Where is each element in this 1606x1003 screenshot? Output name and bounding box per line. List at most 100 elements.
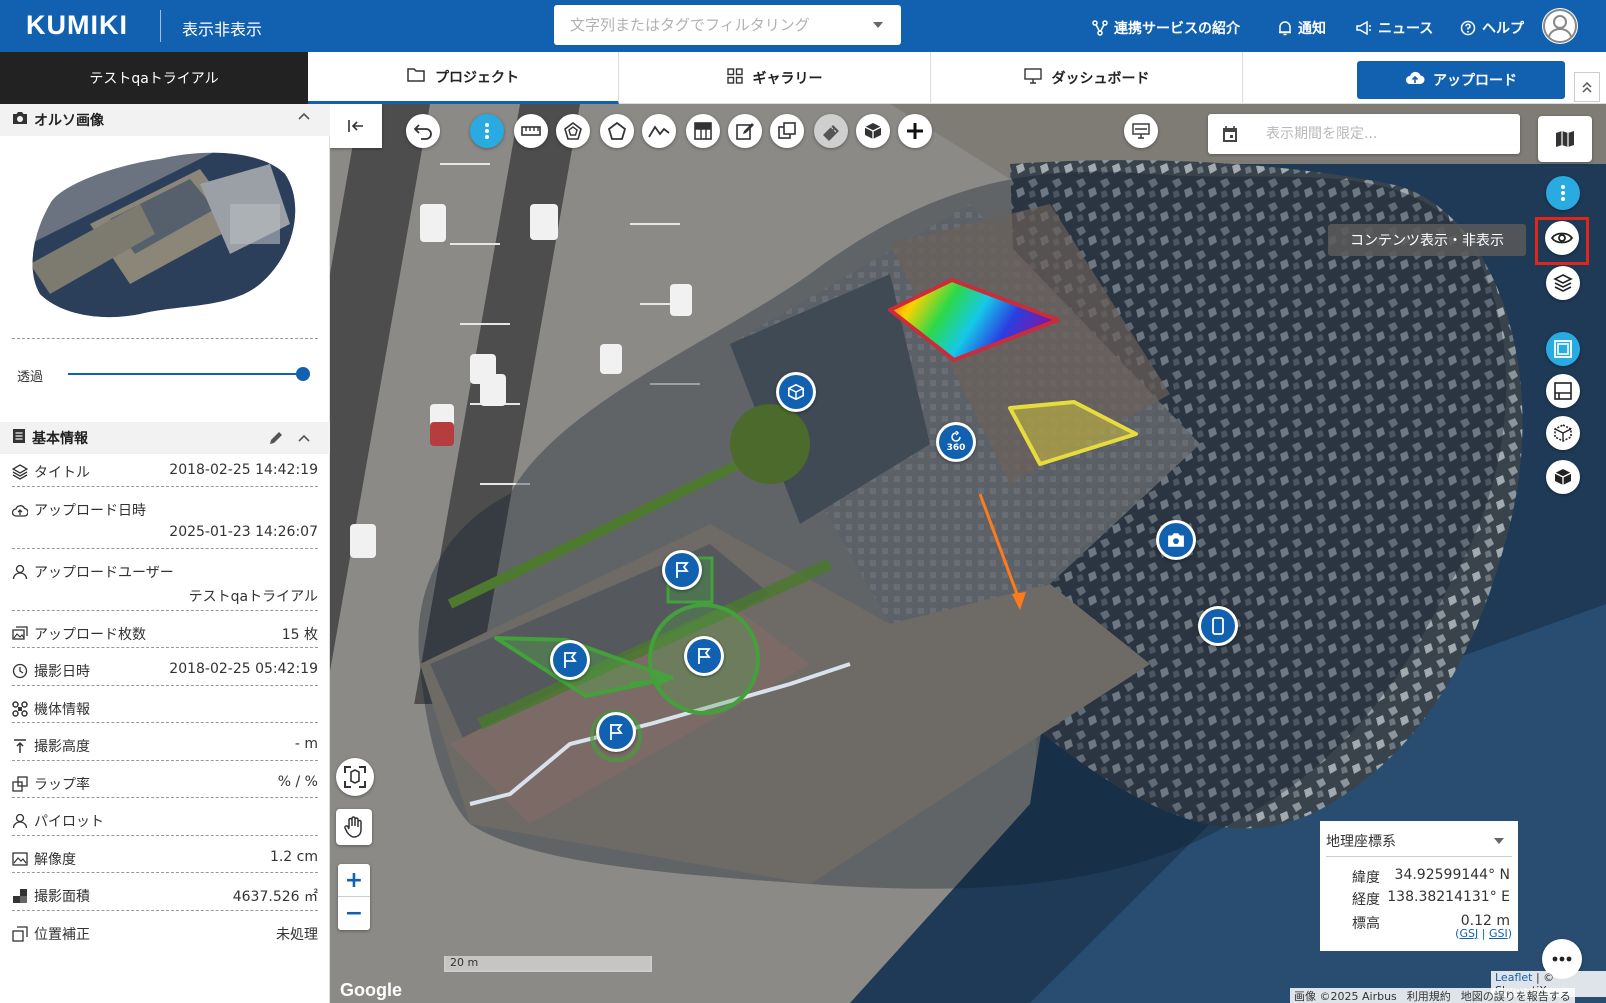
measure-area-tool[interactable]	[556, 114, 590, 148]
display-toggle-button[interactable]	[1124, 114, 1158, 148]
layers-button[interactable]	[1546, 266, 1580, 300]
layers-icon	[1553, 274, 1573, 292]
project-name[interactable]: テストqaトライアル	[0, 52, 308, 104]
flag-icon	[564, 652, 577, 668]
coordinate-system-select[interactable]: 地理座標系	[1326, 831, 1512, 857]
date-range-input[interactable]	[1264, 114, 1504, 154]
flag-marker[interactable]	[684, 636, 724, 676]
gsj-link[interactable]: GSJ	[1459, 927, 1478, 940]
pointcloud-view-button[interactable]	[1546, 416, 1580, 450]
info-row-value: 2025-01-23 14:26:07	[169, 523, 318, 540]
collapse-header-button[interactable]	[1574, 72, 1600, 102]
chevron-down-icon[interactable]	[873, 22, 883, 28]
map-view[interactable]: コンテンツ表示・非表示 360	[330, 104, 1606, 1003]
monitor-icon	[1023, 68, 1042, 88]
volume-tool[interactable]	[814, 114, 848, 148]
measure-distance-tool[interactable]	[514, 114, 548, 148]
tab-project[interactable]: プロジェクト	[308, 52, 619, 104]
flag-marker[interactable]	[596, 712, 636, 752]
divider	[12, 609, 318, 611]
more-tools-button[interactable]	[470, 114, 504, 148]
info-row-label: 位置補正	[34, 926, 90, 943]
news-link[interactable]: ニュース	[1356, 18, 1433, 38]
elevation-source-links: (GSJ | GSI)	[1455, 927, 1512, 940]
layers-icon	[12, 464, 28, 480]
compare-tool[interactable]	[770, 114, 804, 148]
zoom-in-button[interactable]: +	[338, 864, 370, 897]
fit-bounds-button[interactable]	[336, 758, 374, 796]
ortho-section-header[interactable]: オルソ画像	[0, 104, 330, 136]
report-error-link[interactable]: 地図の誤りを報告する	[1461, 988, 1571, 1003]
info-row-value: テストqaトライアル	[188, 588, 318, 605]
undo-tool[interactable]	[406, 114, 440, 148]
cloud-upload-icon	[12, 504, 28, 517]
photo-marker[interactable]	[1156, 520, 1196, 560]
tab-dashboard[interactable]: ダッシュボード	[931, 52, 1243, 104]
edit-icon	[736, 123, 754, 140]
dsm-view-button[interactable]	[1546, 374, 1580, 408]
monitor-icon	[1132, 123, 1150, 139]
device-marker[interactable]	[1198, 606, 1238, 646]
chevron-up-icon[interactable]	[298, 434, 310, 442]
filter-dropdown[interactable]	[554, 5, 901, 45]
kumiki-logo[interactable]: KUMIKI	[26, 10, 128, 41]
edit-icon[interactable]	[268, 430, 284, 446]
upload-button[interactable]: アップロード	[1357, 61, 1565, 99]
panorama-360-marker[interactable]: 360	[936, 422, 976, 462]
images-icon	[12, 625, 28, 640]
help-link[interactable]: ヘルプ	[1460, 18, 1524, 38]
transparency-slider-track[interactable]	[68, 373, 304, 375]
polyline-tool[interactable]	[642, 114, 676, 148]
toggle-display-button[interactable]: 表示非表示	[182, 16, 262, 40]
ortho-thumbnail[interactable]	[30, 144, 300, 319]
grid-select-tool[interactable]	[686, 114, 720, 148]
book-icon	[1554, 382, 1572, 400]
leaflet-link[interactable]: Leaflet	[1495, 971, 1532, 984]
ortho-view-button[interactable]	[1546, 332, 1580, 366]
info-row-value: 4637.526 ㎡	[232, 889, 318, 905]
tab-gallery-label: ギャラリー	[752, 71, 823, 87]
user-avatar[interactable]	[1542, 8, 1578, 44]
info-row-label-wrap: アップロードユーザー	[12, 562, 174, 582]
mesh-view-button[interactable]	[1546, 460, 1580, 494]
polyline-icon	[648, 125, 670, 138]
annotate-tool[interactable]	[728, 114, 762, 148]
pan-tool-button[interactable]	[336, 809, 372, 845]
collapse-left-icon	[348, 120, 363, 132]
date-range-filter[interactable]	[1208, 114, 1520, 154]
folder-icon	[407, 67, 425, 86]
3d-model-marker[interactable]	[776, 372, 816, 412]
chevron-down-icon[interactable]	[1494, 838, 1504, 844]
cube-icon	[1554, 469, 1572, 485]
divider	[12, 834, 318, 836]
basic-info-section-header[interactable]: 基本情報	[0, 422, 330, 454]
info-row-label: アップロードユーザー	[34, 564, 174, 581]
terms-link[interactable]: 利用規約	[1407, 988, 1451, 1003]
filter-input[interactable]	[568, 5, 868, 45]
transparency-slider-handle[interactable]	[296, 367, 310, 381]
map-layer-button[interactable]	[1538, 116, 1592, 162]
3d-model-tool[interactable]	[856, 114, 890, 148]
services-link[interactable]: 連携サービスの紹介	[1092, 18, 1240, 38]
highlight-frame	[1535, 217, 1589, 265]
gsi-link[interactable]: GSI	[1489, 927, 1508, 940]
notifications-label: 通知	[1298, 21, 1326, 37]
info-row-label-wrap: タイトル	[12, 462, 90, 482]
info-row-label: 撮影高度	[34, 739, 90, 755]
rotate-icon	[951, 431, 961, 442]
collapse-sidebar-button[interactable]	[330, 104, 382, 148]
camera-icon	[12, 111, 28, 129]
right-more-button[interactable]	[1546, 176, 1580, 210]
chevron-up-icon[interactable]	[298, 112, 310, 120]
divider	[12, 647, 318, 648]
tab-gallery[interactable]: ギャラリー	[619, 52, 931, 104]
polygon-tool[interactable]	[600, 114, 634, 148]
add-tool[interactable]	[898, 114, 932, 148]
flag-marker[interactable]	[550, 640, 590, 680]
services-label: 連携サービスの紹介	[1114, 21, 1240, 37]
zoom-out-button[interactable]: −	[338, 897, 370, 930]
basic-info-title: 基本情報	[32, 431, 88, 447]
flag-marker[interactable]	[662, 550, 702, 590]
notifications-link[interactable]: 通知	[1278, 18, 1326, 38]
latitude-label: 緯度	[1352, 870, 1380, 886]
